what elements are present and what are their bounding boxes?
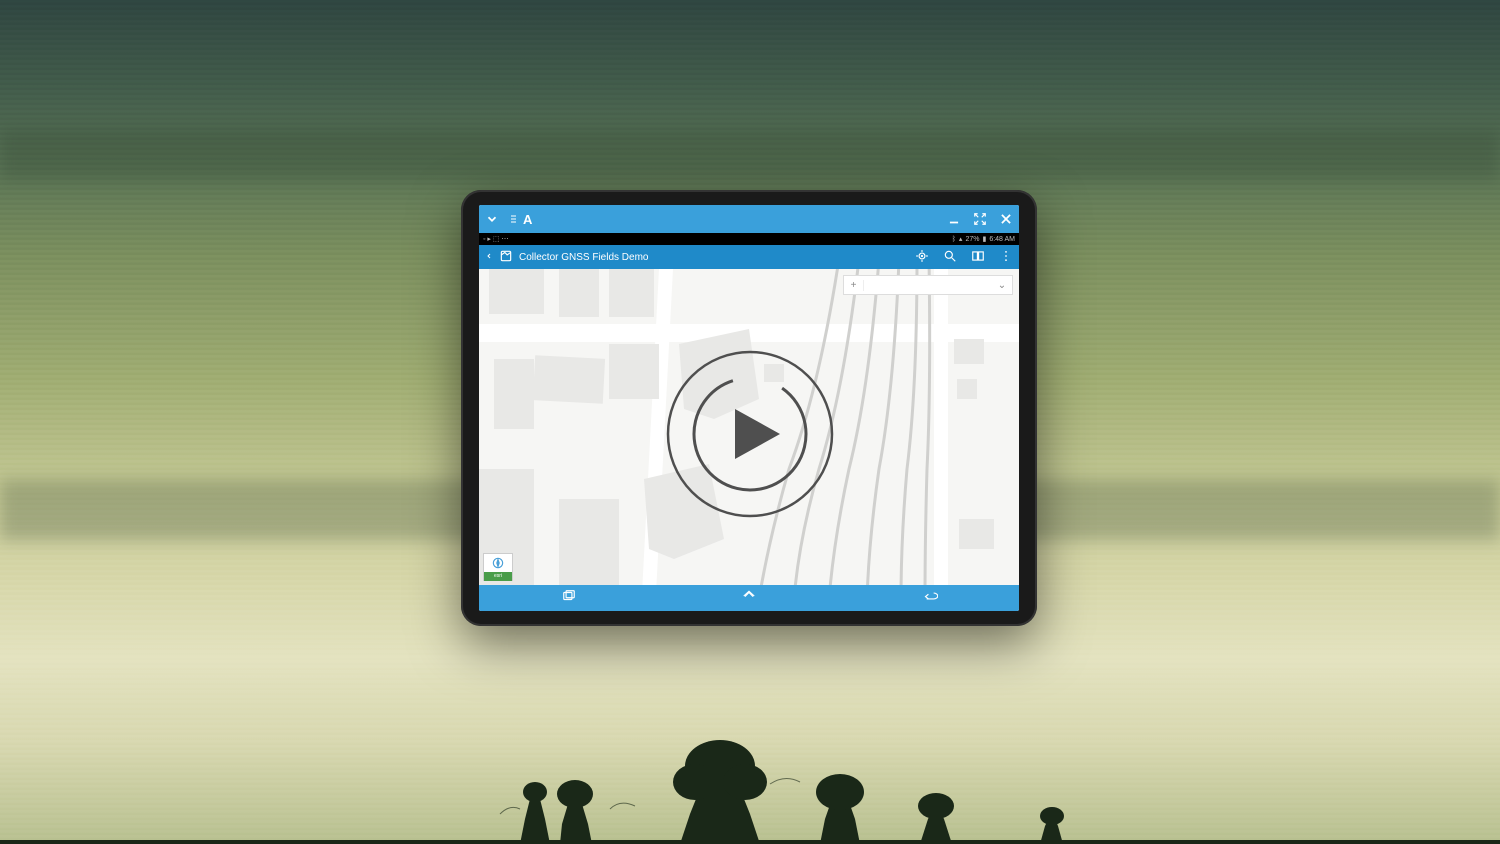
app-header: Collector GNSS Fields Demo xyxy=(479,245,1019,269)
status-icons-left: ◦ ▸ ⬚ ⋯ xyxy=(483,235,508,243)
signal-icon: ▴ xyxy=(959,235,963,243)
plus-icon[interactable]: + xyxy=(844,280,864,291)
android-status-bar: ◦ ▸ ⬚ ⋯ ᛒ ▴ 27% ▮ 6:48 AM xyxy=(479,233,1019,245)
gps-target-icon[interactable] xyxy=(915,249,929,266)
map-attribution: esri xyxy=(483,553,513,581)
attribution-label: esri xyxy=(484,572,512,581)
android-nav-bar xyxy=(479,585,1019,611)
close-icon[interactable] xyxy=(999,212,1013,226)
cloud-band xyxy=(0,130,1500,180)
home-button[interactable] xyxy=(740,589,758,608)
search-icon[interactable] xyxy=(943,249,957,266)
tree-silhouette xyxy=(0,724,1500,844)
battery-icon: ▮ xyxy=(982,235,986,243)
back-button[interactable] xyxy=(920,589,938,608)
mirror-letter-label: A xyxy=(523,212,532,227)
more-icon[interactable] xyxy=(999,249,1013,266)
fullscreen-icon[interactable] xyxy=(973,212,987,226)
layer-picker[interactable]: + ⌄ xyxy=(843,275,1013,295)
back-icon[interactable] xyxy=(485,251,493,264)
clock-text: 6:48 AM xyxy=(989,236,1015,243)
minimize-icon[interactable] xyxy=(947,212,961,226)
recent-apps-button[interactable] xyxy=(560,589,578,608)
battery-text: 27% xyxy=(965,236,979,243)
list-icon[interactable]: A xyxy=(509,212,532,227)
bluetooth-icon: ᛒ xyxy=(952,236,956,243)
map-icon[interactable] xyxy=(499,249,513,266)
compass-icon xyxy=(491,556,505,570)
video-play-button[interactable] xyxy=(660,344,840,524)
app-title: Collector GNSS Fields Demo xyxy=(519,252,648,263)
chevron-down-icon[interactable]: ⌄ xyxy=(992,280,1012,291)
chevron-down-icon[interactable] xyxy=(485,212,499,226)
mirror-app-toolbar: A xyxy=(479,205,1019,233)
layers-icon[interactable] xyxy=(971,249,985,266)
